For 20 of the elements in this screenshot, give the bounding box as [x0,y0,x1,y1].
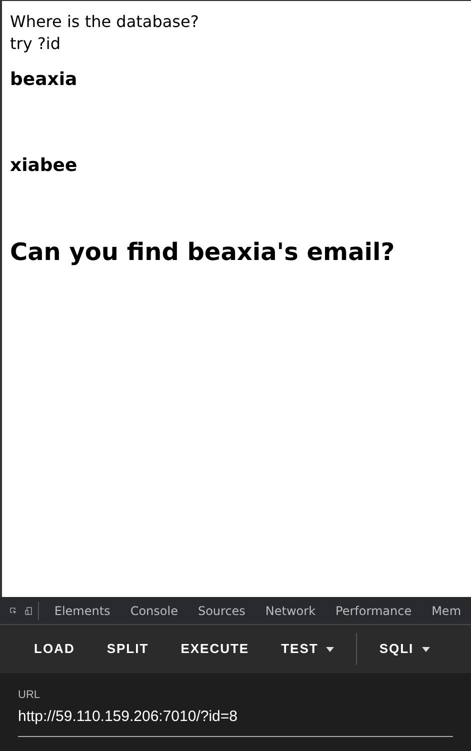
text-line: Where is the database? [10,11,200,33]
caret-icon [326,646,334,652]
toolbar-button[interactable]: EXECUTE [164,639,266,659]
devtools-tab[interactable]: Mem [422,602,471,620]
devtools-tab[interactable]: Elements [44,602,120,620]
devtools-tab[interactable]: Sources [188,602,256,620]
devtools-tab[interactable]: Console [120,602,188,620]
url-label: URL [18,688,42,703]
toolbar-button[interactable]: TEST [265,639,350,659]
name-heading: beaxia [10,69,78,91]
devtools-tab[interactable]: Network [255,602,326,620]
name-heading: xiabee [10,154,78,176]
url-field[interactable]: http://59.110.159.206:7010/?id=8 [18,706,453,737]
toolbar-button[interactable]: SQLI [363,639,446,659]
toolbar-button[interactable]: LOAD [18,639,91,659]
text-line: try ?id [10,33,62,55]
toolbar-button[interactable]: SPLIT [90,639,165,659]
question-heading: Can you find beaxia's email? [10,238,396,267]
devtools-tab[interactable]: Performance [326,602,422,620]
caret-icon [422,646,430,652]
